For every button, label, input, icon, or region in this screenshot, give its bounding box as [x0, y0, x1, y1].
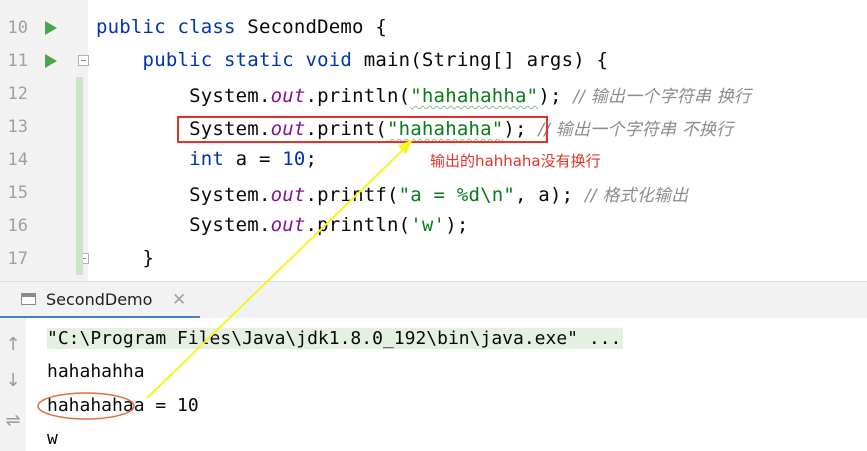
tab-second-demo[interactable]: SecondDemo ✕	[0, 282, 200, 319]
code-text: System.out.println("hahahahha"); // 输出一个…	[96, 85, 752, 107]
code-line[interactable]: 17 }	[0, 242, 867, 275]
code-line[interactable]: 16 System.out.println('w');	[0, 209, 867, 242]
console-icon	[21, 293, 36, 305]
soft-wrap-icon[interactable]: ⇌	[0, 410, 26, 431]
code-line[interactable]: 10 public class SecondDemo {	[0, 11, 867, 44]
line-number: 13	[7, 117, 28, 137]
code-line[interactable]: 12 System.out.println("hahahahha"); // 输…	[0, 77, 867, 110]
console-output-line: hahahahaa = 10	[47, 395, 199, 416]
console-output[interactable]: ↑ ↓ ⇌ "C:\Program Files\Java\jdk1.8.0_19…	[0, 318, 867, 451]
code-text: public static void main(String[] args) {	[96, 49, 609, 71]
vcs-change-marker	[76, 143, 83, 176]
tab-label: SecondDemo	[46, 290, 153, 309]
line-number: 15	[7, 183, 28, 203]
console-command-line: "C:\Program Files\Java\jdk1.8.0_192\bin\…	[47, 328, 624, 349]
code-text: System.out.printf("a = %d\n", a); // 格式化…	[96, 184, 689, 206]
highlight-box-print-line	[177, 116, 548, 143]
run-icon[interactable]	[45, 21, 57, 35]
code-text: }	[96, 247, 155, 269]
code-text: public class SecondDemo {	[96, 16, 387, 38]
line-number: 11	[7, 51, 28, 71]
vcs-change-marker	[76, 242, 83, 275]
run-icon[interactable]	[45, 54, 57, 68]
line-number: 14	[7, 150, 28, 170]
code-text: System.out.println('w');	[96, 214, 469, 236]
vcs-change-marker	[76, 77, 83, 110]
annotation-no-newline: 输出的hahhaha没有换行	[430, 152, 601, 170]
close-icon[interactable]: ✕	[172, 290, 186, 310]
scroll-up-icon[interactable]: ↑	[0, 334, 26, 355]
console-output-line: w	[47, 428, 58, 449]
console-output-line: hahahahha	[47, 361, 145, 382]
vcs-change-marker	[76, 110, 83, 143]
line-number: 12	[7, 84, 28, 104]
line-number: 16	[7, 216, 28, 236]
line-number: 17	[7, 249, 28, 269]
vcs-change-marker	[76, 176, 83, 209]
run-tool-window-header: SecondDemo ✕	[0, 281, 867, 319]
code-line[interactable]: 11 public static void main(String[] args…	[0, 44, 867, 77]
scroll-down-icon[interactable]: ↓	[0, 370, 26, 391]
fold-icon[interactable]	[78, 55, 89, 66]
vcs-change-marker	[76, 209, 83, 242]
code-editor[interactable]: 10 public class SecondDemo { 11 public sta…	[0, 0, 867, 281]
console-toolbar: ↑ ↓ ⇌	[0, 318, 26, 451]
line-number: 10	[7, 18, 28, 38]
code-text: int a = 10;	[189, 148, 318, 170]
code-line[interactable]: 15 System.out.printf("a = %d\n", a); // …	[0, 176, 867, 209]
